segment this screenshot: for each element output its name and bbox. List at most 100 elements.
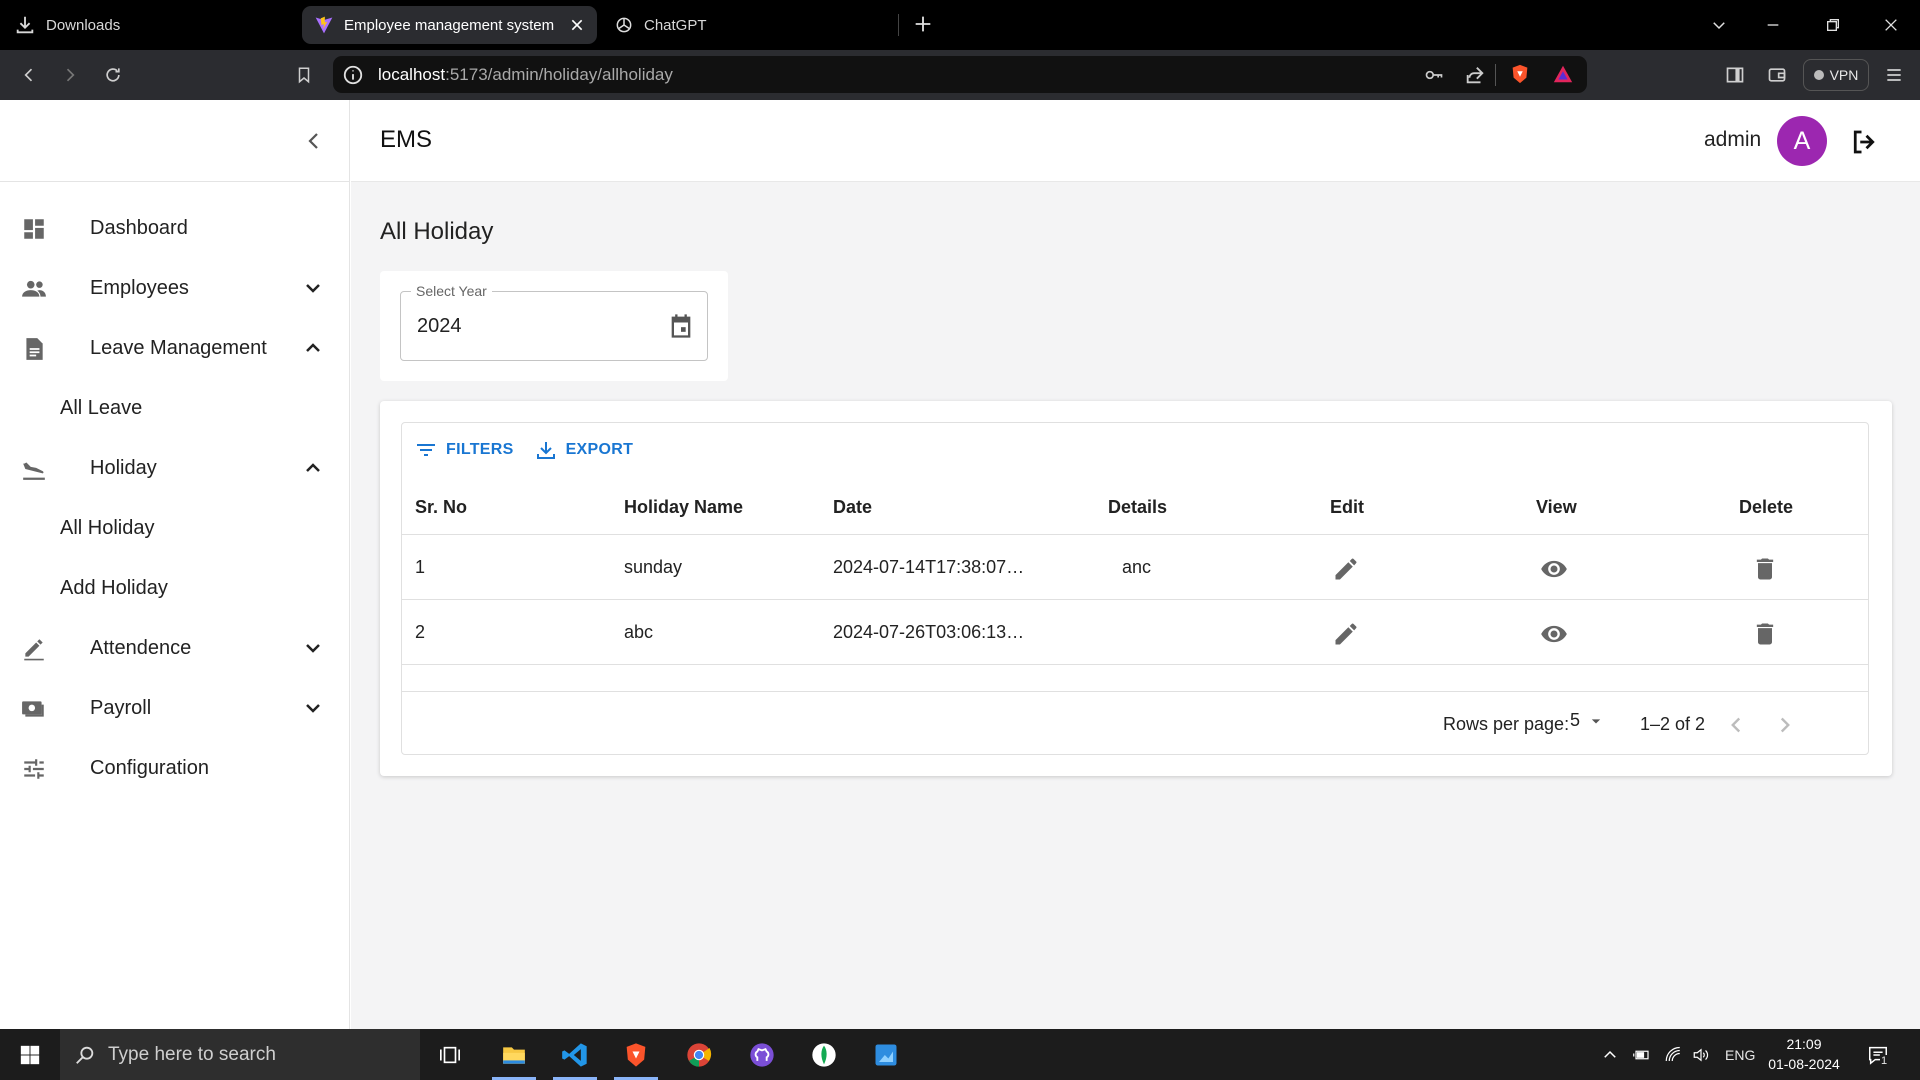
table-row[interactable]: 1 sunday 2024-07-14T17:38:07… anc xyxy=(402,535,1868,600)
share-icon[interactable] xyxy=(1464,64,1486,86)
edit-icon[interactable] xyxy=(1332,555,1360,583)
chevron-down-icon[interactable] xyxy=(301,636,325,660)
sidebar-toggle-icon[interactable] xyxy=(1723,63,1747,87)
brave-icon[interactable] xyxy=(606,1029,666,1080)
filters-button[interactable]: FILTERS xyxy=(414,438,514,462)
chevron-up-icon[interactable] xyxy=(301,336,325,360)
chrome-icon[interactable] xyxy=(669,1029,729,1080)
sidebar-item-payroll[interactable]: Payroll xyxy=(0,678,349,738)
download-icon xyxy=(536,442,555,459)
delete-icon[interactable] xyxy=(1751,555,1779,583)
sidebar-nav: Dashboard Employees Leave Management All… xyxy=(0,182,349,798)
rows-per-page-label: Rows per page: xyxy=(1443,714,1570,734)
notification-count: 1 xyxy=(1880,1055,1889,1067)
view-eye-icon[interactable] xyxy=(1540,620,1568,648)
restore-icon[interactable] xyxy=(1820,12,1846,38)
bookmark-icon[interactable] xyxy=(292,63,316,87)
volume-icon[interactable] xyxy=(1690,1043,1712,1067)
sidebar-item-dashboard[interactable]: Dashboard xyxy=(0,198,349,258)
password-key-icon[interactable] xyxy=(1423,65,1445,85)
github-desktop-icon[interactable] xyxy=(732,1029,792,1080)
sidebar-item-leave-management[interactable]: Leave Management xyxy=(0,318,349,378)
edit-icon[interactable] xyxy=(1332,620,1360,648)
forward-icon[interactable] xyxy=(58,63,82,87)
vpn-button[interactable]: VPN xyxy=(1803,59,1869,91)
menu-icon[interactable] xyxy=(1882,63,1906,87)
pagination-range: 1–2 of 2 xyxy=(1640,714,1706,734)
calendar-icon[interactable] xyxy=(667,312,695,340)
task-view-icon[interactable] xyxy=(420,1029,480,1080)
notification-center-icon[interactable]: 1 xyxy=(1866,1043,1890,1067)
browser-tab-bar: Downloads Employee management system Cha… xyxy=(0,0,1920,50)
export-button[interactable]: EXPORT xyxy=(534,438,634,462)
table-row[interactable]: 2 abc 2024-07-26T03:06:13… xyxy=(402,600,1868,665)
chatgpt-logo-icon xyxy=(616,17,632,33)
avatar[interactable]: A xyxy=(1777,116,1827,166)
mongodb-compass-icon[interactable] xyxy=(794,1029,854,1080)
collapse-sidebar-icon[interactable] xyxy=(302,129,326,153)
sidebar-item-label: Configuration xyxy=(90,756,209,779)
year-picker-field[interactable]: Select Year 2024 xyxy=(400,283,708,361)
cell-date: 2024-07-26T03:06:13… xyxy=(833,622,1025,642)
brave-rewards-icon[interactable] xyxy=(1552,63,1574,85)
minimize-icon[interactable] xyxy=(1760,12,1786,38)
taskbar-clock[interactable]: 21:09 01-08-2024 xyxy=(1764,1034,1844,1074)
sidebar-item-label: Payroll xyxy=(90,696,152,719)
people-icon xyxy=(22,280,46,297)
chevron-down-icon[interactable] xyxy=(301,276,325,300)
wallet-icon[interactable] xyxy=(1765,63,1789,87)
cell-sr-no: 2 xyxy=(415,622,426,642)
column-header-delete[interactable]: Delete xyxy=(1739,497,1793,518)
next-page-icon[interactable] xyxy=(1772,712,1798,738)
wifi-icon[interactable] xyxy=(1663,1043,1683,1067)
tab-employee-management[interactable]: Employee management system xyxy=(302,6,597,44)
back-icon[interactable] xyxy=(17,63,41,87)
reload-icon[interactable] xyxy=(101,63,125,87)
address-bar[interactable]: localhost:5173/admin/holiday/allholiday xyxy=(333,56,1587,93)
sidebar-item-add-holiday[interactable]: Add Holiday xyxy=(0,558,349,618)
paint-icon[interactable] xyxy=(856,1029,916,1080)
rows-per-page-select[interactable]: 5 xyxy=(1570,710,1606,731)
close-tab-icon[interactable] xyxy=(569,17,585,33)
new-tab-icon[interactable] xyxy=(912,13,934,35)
view-eye-icon[interactable] xyxy=(1540,555,1568,583)
sidebar-item-holiday[interactable]: Holiday xyxy=(0,438,349,498)
vscode-icon[interactable] xyxy=(545,1029,605,1080)
edit-pen-icon xyxy=(24,639,44,661)
column-header-sr-no[interactable]: Sr. No xyxy=(415,497,467,518)
column-header-edit[interactable]: Edit xyxy=(1330,497,1364,518)
tab-chatgpt[interactable]: ChatGPT xyxy=(612,6,892,44)
sidebar-item-attendence[interactable]: Attendence xyxy=(0,618,349,678)
taskbar-search[interactable]: Type here to search xyxy=(60,1029,420,1080)
username: admin xyxy=(1704,128,1762,151)
column-header-holiday-name[interactable]: Holiday Name xyxy=(624,497,743,518)
close-window-icon[interactable] xyxy=(1878,12,1904,38)
tab-separator xyxy=(898,14,899,36)
column-header-date[interactable]: Date xyxy=(833,497,872,518)
show-hidden-icons-icon[interactable] xyxy=(1601,1043,1619,1067)
language-indicator[interactable]: ENG xyxy=(1725,1043,1755,1067)
battery-icon[interactable] xyxy=(1631,1043,1653,1067)
column-header-details[interactable]: Details xyxy=(1108,497,1167,518)
cell-date: 2024-07-14T17:38:07… xyxy=(833,557,1025,577)
downloads-button[interactable]: Downloads xyxy=(14,14,120,36)
delete-icon[interactable] xyxy=(1751,620,1779,648)
previous-page-icon[interactable] xyxy=(1723,712,1749,738)
payments-icon xyxy=(22,701,44,717)
main-content: EMS admin A All Holiday Select Year 2024… xyxy=(351,100,1920,1029)
chevron-down-icon[interactable] xyxy=(301,696,325,720)
flight-land-icon xyxy=(23,462,45,480)
sidebar-item-all-holiday[interactable]: All Holiday xyxy=(0,498,349,558)
sidebar-item-configuration[interactable]: Configuration xyxy=(0,738,349,798)
chevron-up-icon[interactable] xyxy=(301,456,325,480)
sidebar-item-all-leave[interactable]: All Leave xyxy=(0,378,349,438)
sidebar-item-employees[interactable]: Employees xyxy=(0,258,349,318)
file-explorer-icon[interactable] xyxy=(484,1029,544,1080)
logout-icon[interactable] xyxy=(1849,127,1879,157)
brave-shield-icon[interactable] xyxy=(1509,62,1531,86)
tab-search-chevron-icon[interactable] xyxy=(1706,12,1732,38)
site-info-icon[interactable] xyxy=(342,64,364,86)
start-button[interactable] xyxy=(0,1029,60,1080)
holiday-table-card: FILTERS EXPORT Sr. No Holiday Name Date … xyxy=(380,401,1892,776)
column-header-view[interactable]: View xyxy=(1536,497,1577,518)
